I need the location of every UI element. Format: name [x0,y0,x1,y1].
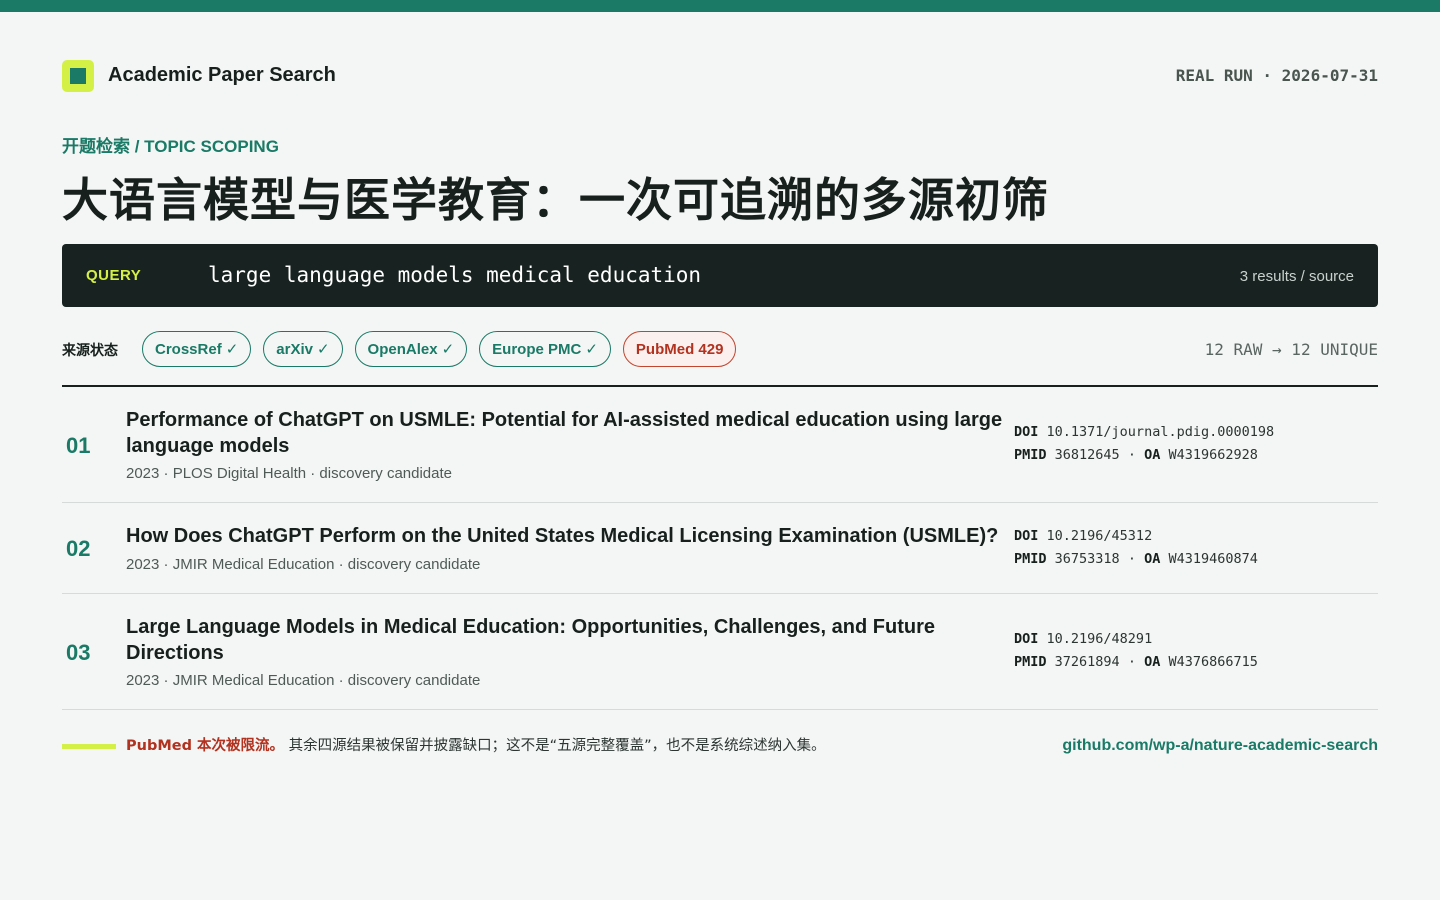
source-chip-pubmed[interactable]: PubMed 429 [622,331,737,367]
top-accent-bar [0,0,1440,12]
openalex-id[interactable]: W4376866715 [1169,654,1258,670]
page-title: 大语言模型与医学教育：一次可追溯的多源初筛 [62,173,1049,227]
doi-value[interactable]: 10.1371/journal.pdig.0000198 [1047,424,1275,440]
result-title[interactable]: Large Language Models in Medical Educati… [126,614,1006,666]
app-header: Academic Paper Search REAL RUN · 2026-07… [62,60,1378,92]
result-row[interactable]: 02 How Does ChatGPT Perform on the Unite… [62,503,1378,594]
result-number: 01 [66,433,91,458]
query-bar: QUERY large language models medical educ… [62,244,1378,307]
chip-label: arXiv [276,340,313,358]
source-chip-arxiv[interactable]: arXiv ✓ [263,331,343,367]
result-number: 03 [66,640,91,665]
result-identifiers: DOI 10.2196/45312 PMID 36753318 · OA W43… [1014,528,1258,567]
source-status-label: 来源状态 [62,343,118,359]
dedup-summary: 12 RAW → 12 UNIQUE [1204,340,1378,359]
result-identifiers: DOI 10.1371/journal.pdig.0000198 PMID 36… [1014,424,1275,463]
app-logo-icon [62,60,94,92]
query-label: QUERY [86,267,142,284]
openalex-id[interactable]: W4319662928 [1169,447,1258,463]
results-per-source: 3 results / source [1239,268,1354,285]
query-text: large language models medical education [208,263,702,287]
result-title[interactable]: How Does ChatGPT Perform on the United S… [126,523,1006,549]
result-title[interactable]: Performance of ChatGPT on USMLE: Potenti… [126,407,1006,459]
repo-link[interactable]: github.com/wp-a/nature-academic-search [1062,737,1378,755]
result-row[interactable]: 01 Performance of ChatGPT on USMLE: Pote… [62,387,1378,503]
chip-label: Europe PMC [492,340,582,358]
result-number: 02 [66,536,91,561]
pmid-value[interactable]: 36753318 [1055,551,1120,567]
check-icon: ✓ [585,341,598,358]
check-icon: ✓ [225,341,239,358]
footer: PubMed 本次被限流。 其余四源结果被保留并披露缺口；这不是“五源完整覆盖”… [62,734,1378,758]
pmid-value[interactable]: 36812645 [1055,447,1120,463]
pmid-value[interactable]: 37261894 [1055,654,1120,670]
source-chip-crossref[interactable]: CrossRef ✓ [142,331,252,367]
doi-value[interactable]: 10.2196/45312 [1047,528,1153,544]
result-meta: 2023 · JMIR Medical Education · discover… [126,672,481,689]
chip-label: CrossRef [155,340,222,358]
run-tag: REAL RUN · 2026-07-31 [1175,66,1378,85]
rate-limit-warning: PubMed 本次被限流。 [126,738,285,754]
footer-accent-line [62,744,116,749]
check-icon: ✓ [441,341,455,358]
section-eyebrow: 开题检索 / TOPIC SCOPING [62,137,279,156]
coverage-note-text: 其余四源结果被保留并披露缺口；这不是“五源完整覆盖”，也不是系统综述纳入集。 [288,738,826,754]
result-row[interactable]: 03 Large Language Models in Medical Educ… [62,594,1378,710]
source-chip-list: CrossRef ✓ arXiv ✓ OpenAlex ✓ Europe PMC… [142,331,737,367]
result-meta: 2023 · PLOS Digital Health · discovery c… [126,465,453,482]
doi-value[interactable]: 10.2196/48291 [1047,631,1153,647]
source-chip-europe-pmc[interactable]: Europe PMC ✓ [479,331,611,367]
source-status-row: 来源状态 CrossRef ✓ arXiv ✓ OpenAlex ✓ Europ… [62,331,1378,367]
chip-label: OpenAlex [367,340,438,358]
source-chip-openalex[interactable]: OpenAlex ✓ [354,331,468,367]
chip-label: PubMed 429 [635,340,724,358]
results-list: 01 Performance of ChatGPT on USMLE: Pote… [62,387,1378,710]
openalex-id[interactable]: W4319460874 [1169,551,1258,567]
app-title: Academic Paper Search [108,64,336,86]
result-meta: 2023 · JMIR Medical Education · discover… [126,556,481,573]
result-identifiers: DOI 10.2196/48291 PMID 37261894 · OA W43… [1014,631,1258,670]
coverage-note: PubMed 本次被限流。 其余四源结果被保留并披露缺口；这不是“五源完整覆盖”… [126,734,826,755]
check-icon: ✓ [316,341,330,358]
